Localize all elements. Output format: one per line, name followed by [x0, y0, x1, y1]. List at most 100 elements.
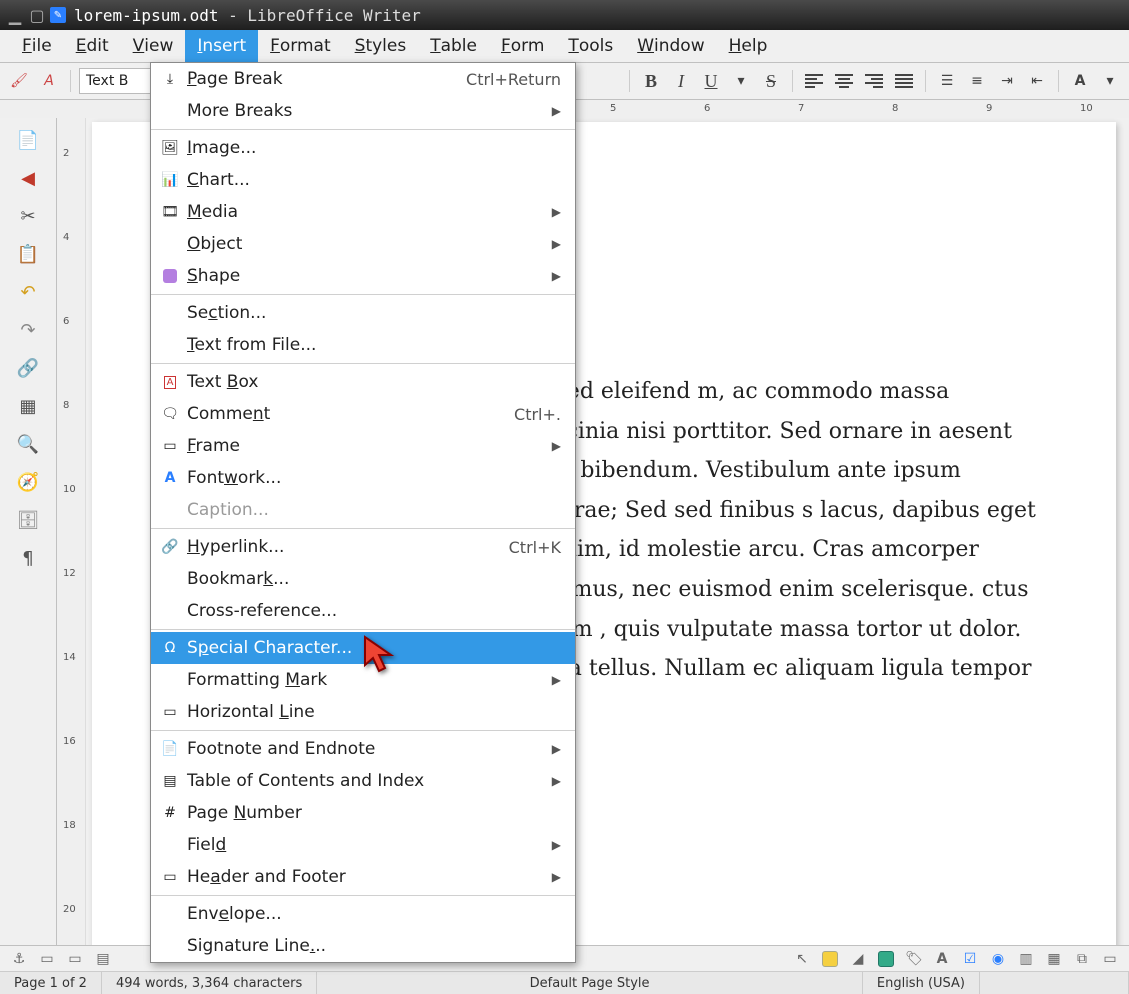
- menu-table[interactable]: Table: [418, 30, 489, 62]
- link-box-icon[interactable]: ⧉: [1071, 948, 1093, 970]
- status-page[interactable]: Page 1 of 2: [0, 972, 102, 994]
- insert-menu-item[interactable]: Cross-reference...: [151, 595, 575, 627]
- paragraph-style-dropdown[interactable]: Text B: [79, 68, 155, 94]
- arrow-cursor-icon[interactable]: ↖: [791, 948, 813, 970]
- menu-tools[interactable]: Tools: [556, 30, 625, 62]
- cut-icon[interactable]: ✂: [14, 202, 42, 230]
- insert-menu-item[interactable]: 🔗Hyperlink...Ctrl+K: [151, 531, 575, 563]
- checkbox-icon[interactable]: ☑: [959, 948, 981, 970]
- insert-menu-item[interactable]: Bookmark...: [151, 563, 575, 595]
- status-extra[interactable]: [980, 972, 1129, 994]
- undo-icon[interactable]: ↶: [14, 278, 42, 306]
- new-file-icon[interactable]: 📄: [14, 126, 42, 154]
- clone-format-icon[interactable]: 🖌: [6, 68, 32, 94]
- align-left-button[interactable]: [801, 68, 827, 94]
- hyperlink-icon[interactable]: 🔗: [14, 354, 42, 382]
- red-triangle-icon[interactable]: ◀: [14, 164, 42, 192]
- compass-icon[interactable]: 🧭: [14, 468, 42, 496]
- menu-insert[interactable]: Insert: [185, 30, 258, 62]
- insert-menu-item[interactable]: AText Box: [151, 366, 575, 398]
- vertical-ruler[interactable]: 2468101214161820: [57, 118, 86, 946]
- anchor-icon[interactable]: ⚓: [8, 948, 30, 970]
- insert-menu-item[interactable]: Signature Line...: [151, 930, 575, 962]
- menu-format[interactable]: Format: [258, 30, 343, 62]
- underline-button[interactable]: U: [698, 68, 724, 94]
- wrap2-icon[interactable]: ▭: [64, 948, 86, 970]
- insert-menu-item[interactable]: Envelope...: [151, 898, 575, 930]
- insert-menu-item[interactable]: A Fontwork...: [151, 462, 575, 494]
- insert-menu-item[interactable]: 📄Footnote and Endnote▶: [151, 733, 575, 765]
- extra-icon[interactable]: ▭: [1099, 948, 1121, 970]
- insert-menu-item[interactable]: More Breaks▶: [151, 95, 575, 127]
- view1-icon[interactable]: ▥: [1015, 948, 1037, 970]
- view2-icon[interactable]: ▦: [1043, 948, 1065, 970]
- insert-menu-item[interactable]: ▭Header and Footer▶: [151, 861, 575, 893]
- insert-menu-item[interactable]: Section...: [151, 297, 575, 329]
- magnifier-icon[interactable]: 🔍: [14, 430, 42, 458]
- strikethrough-button[interactable]: S: [758, 68, 784, 94]
- align-right-button[interactable]: [861, 68, 887, 94]
- table-icon[interactable]: ▦: [14, 392, 42, 420]
- insert-menu-item[interactable]: ▭Frame▶: [151, 430, 575, 462]
- insert-menu-item[interactable]: Object▶: [151, 228, 575, 260]
- bold-button[interactable]: B: [638, 68, 664, 94]
- menu-file[interactable]: File: [10, 30, 64, 62]
- menu-edit[interactable]: Edit: [64, 30, 121, 62]
- pilcrow-icon[interactable]: ¶: [14, 544, 42, 572]
- insert-menu-item[interactable]: Formatting Mark▶: [151, 664, 575, 696]
- insert-menu-item[interactable]: ▤Table of Contents and Index▶: [151, 765, 575, 797]
- insert-menu-item[interactable]: Field▶: [151, 829, 575, 861]
- align-center-button[interactable]: [831, 68, 857, 94]
- menu-help[interactable]: Help: [717, 30, 780, 62]
- italic-button[interactable]: I: [668, 68, 694, 94]
- number-list-button[interactable]: ≡: [964, 68, 990, 94]
- highlight-icon[interactable]: ◢: [847, 948, 869, 970]
- font-color-button[interactable]: A: [1067, 68, 1093, 94]
- window-minimize-button[interactable]: ▁: [6, 6, 24, 24]
- decrease-indent-button[interactable]: ⇤: [1024, 68, 1050, 94]
- redo-icon[interactable]: ↷: [14, 316, 42, 344]
- insert-menu-item[interactable]: ΩSpecial Character...: [151, 632, 575, 664]
- insert-menu-item[interactable]: ▭Horizontal Line: [151, 696, 575, 728]
- text-a-icon[interactable]: A: [931, 948, 953, 970]
- fontwork-icon: A: [159, 467, 181, 489]
- insert-menu-item[interactable]: 📊Chart...: [151, 164, 575, 196]
- database-icon[interactable]: 🗄: [14, 506, 42, 534]
- insert-menu-item[interactable]: 🗨CommentCtrl+.: [151, 398, 575, 430]
- toc-icon: ▤: [159, 770, 181, 792]
- window-maximize-button[interactable]: ▢: [28, 6, 46, 24]
- clear-format-icon[interactable]: A: [36, 68, 62, 94]
- menu-item-label: Cross-reference...: [187, 601, 561, 621]
- edit-icon[interactable]: [819, 948, 841, 970]
- insert-menu-item[interactable]: ⤓Page BreakCtrl+Return: [151, 63, 575, 95]
- insert-menu-item[interactable]: 🖼Image...: [151, 132, 575, 164]
- insert-menu-item[interactable]: Text from File...: [151, 329, 575, 361]
- underline-dropdown-icon[interactable]: ▾: [728, 68, 754, 94]
- menu-item-label: Text Box: [187, 372, 561, 392]
- bullet-list-button[interactable]: ☰: [934, 68, 960, 94]
- wrap-icon[interactable]: ▭: [36, 948, 58, 970]
- status-page-style[interactable]: Default Page Style: [317, 972, 863, 994]
- increase-indent-button[interactable]: ⇥: [994, 68, 1020, 94]
- image-box-icon[interactable]: [875, 948, 897, 970]
- status-wordcount[interactable]: 494 words, 3,364 characters: [102, 972, 317, 994]
- blank-icon: [159, 903, 181, 925]
- font-color-dropdown-icon[interactable]: ▾: [1097, 68, 1123, 94]
- ruler-tick: 9: [986, 103, 992, 114]
- paste-icon[interactable]: 📋: [14, 240, 42, 268]
- radio-icon[interactable]: ◉: [987, 948, 1009, 970]
- menu-form[interactable]: Form: [489, 30, 556, 62]
- ruler-tick: 7: [798, 103, 804, 114]
- insert-menu-item[interactable]: #Page Number: [151, 797, 575, 829]
- insert-menu-item[interactable]: Shape▶: [151, 260, 575, 292]
- tag-icon[interactable]: 🏷: [903, 948, 925, 970]
- arrange-icon[interactable]: ▤: [92, 948, 114, 970]
- menu-item-label: Footnote and Endnote: [187, 739, 544, 759]
- status-language[interactable]: English (USA): [863, 972, 980, 994]
- menu-window[interactable]: Window: [625, 30, 716, 62]
- align-justify-button[interactable]: [891, 68, 917, 94]
- insert-menu-item[interactable]: 🎞Media▶: [151, 196, 575, 228]
- menu-view[interactable]: View: [121, 30, 186, 62]
- menu-item-label: Fontwork...: [187, 468, 561, 488]
- menu-styles[interactable]: Styles: [343, 30, 419, 62]
